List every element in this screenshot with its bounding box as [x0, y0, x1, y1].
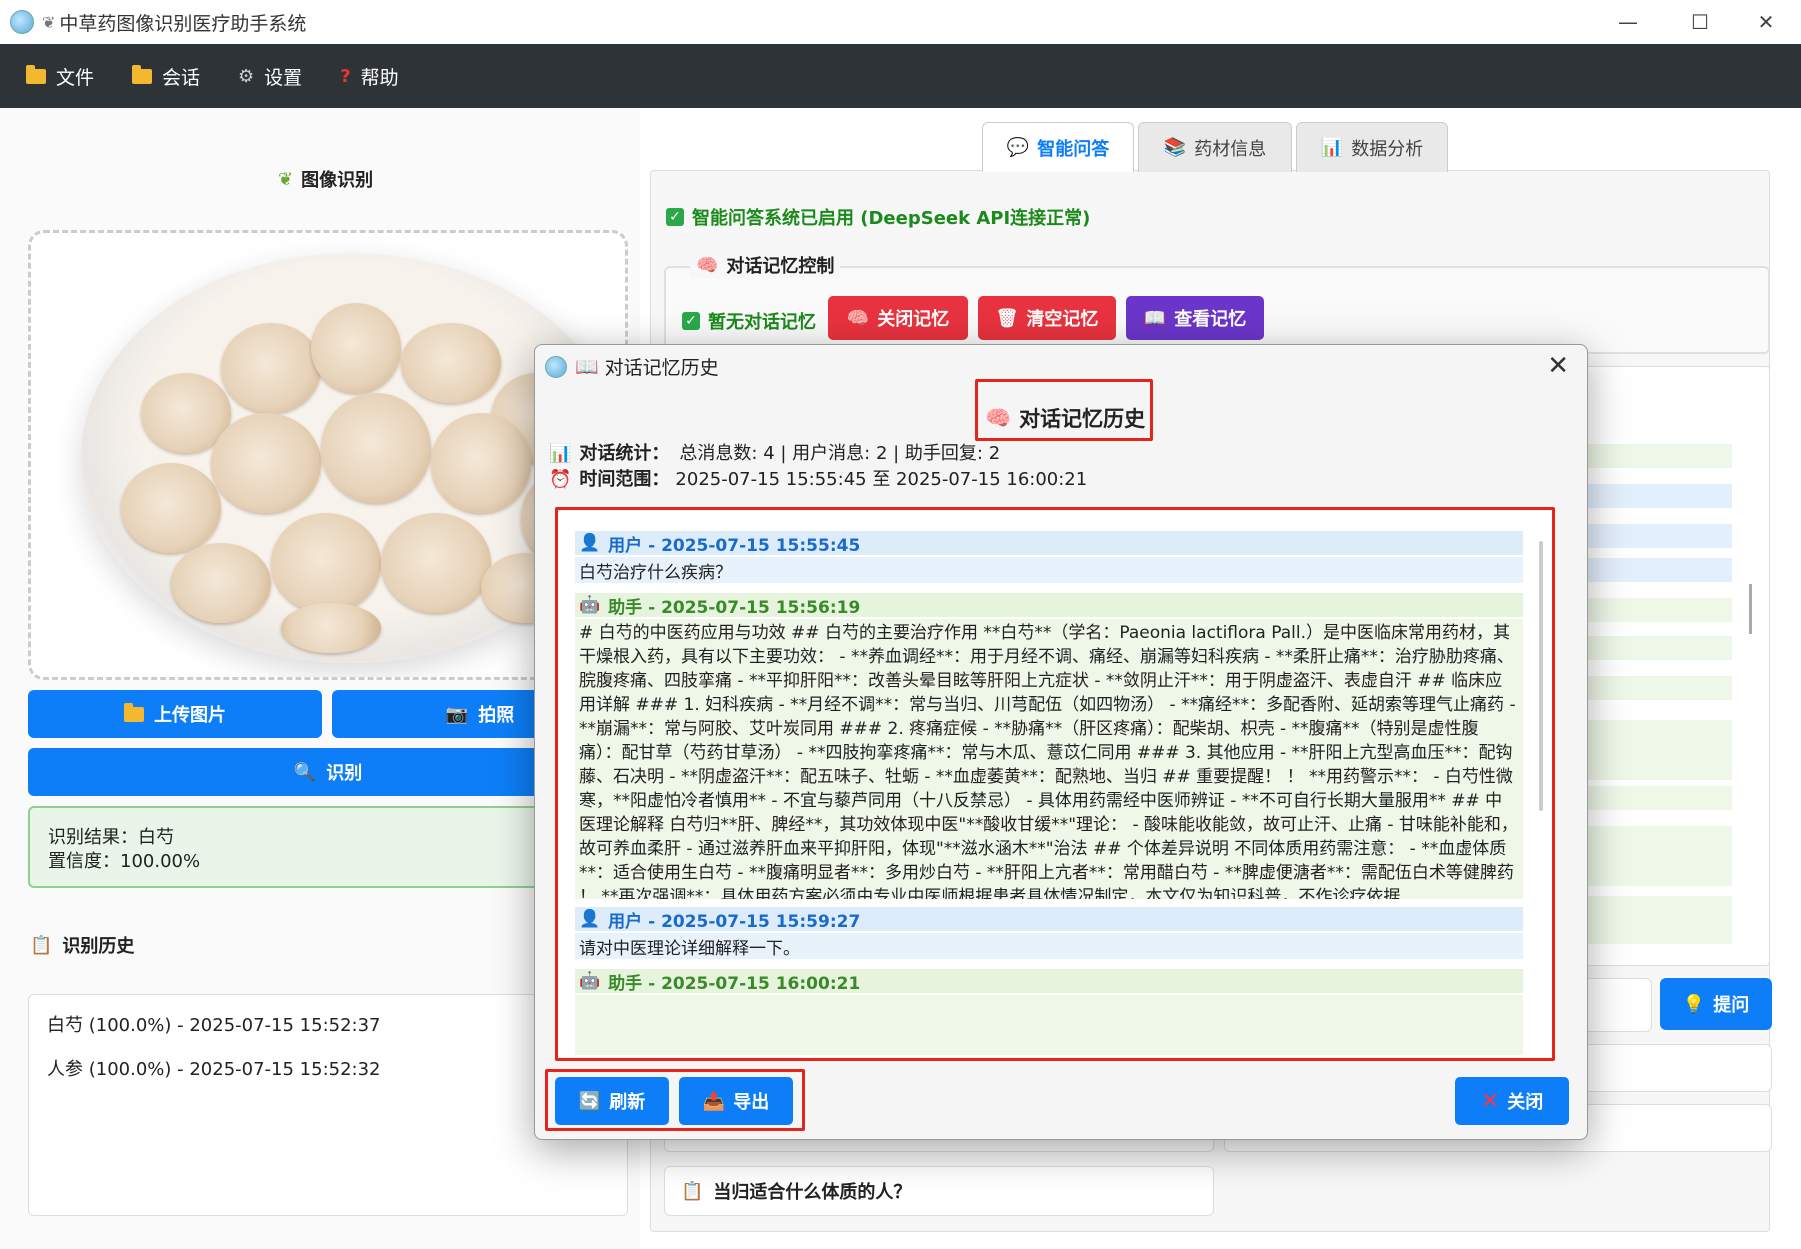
memory-history-dialog: 📖 对话记忆历史 ✕ 🧠 对话记忆历史 📊 对话统计： 总消息数: 4 | 用户消息:…: [534, 344, 1588, 1140]
suggestion-text: 当归适合什么体质的人？: [713, 1182, 912, 1203]
clear-memory-label: 清空记忆: [1026, 309, 1099, 330]
stats-row: 📊 对话统计： 总消息数: 4 | 用户消息: 2 | 助手回复: 2: [549, 441, 1575, 467]
menu-file-label: 文件: [56, 66, 95, 89]
tab-qa[interactable]: 💬 智能问答: [982, 122, 1134, 172]
memory-status-text: 暂无对话记忆: [708, 312, 816, 333]
title-bar: ❦ 中草药图像识别医疗助手系统 — ☐ ✕: [0, 0, 1801, 44]
result-name: 识别结果：白芍: [48, 827, 174, 848]
brain-icon: 🧠: [696, 254, 719, 276]
dialog-close-x[interactable]: ✕: [1547, 351, 1569, 381]
clipboard-icon: 📋: [681, 1180, 704, 1202]
upload-image-button[interactable]: 上传图片: [28, 690, 322, 738]
folder-icon: [124, 702, 144, 722]
menu-bar: 文件 会话 ⚙ 设置 ? 帮助: [0, 44, 1801, 108]
books-icon: 📚: [1163, 137, 1187, 158]
chat-scrollbar[interactable]: [1749, 584, 1752, 634]
app-icon: [545, 355, 567, 378]
highlight-box: [555, 507, 1555, 1061]
tab-qa-label: 智能问答: [1037, 138, 1110, 160]
history-title: 📋 识别历史: [30, 932, 134, 958]
clipboard-icon: 📋: [30, 934, 53, 956]
check-icon: ✓: [682, 312, 700, 330]
close-window-button[interactable]: ✕: [1730, 0, 1801, 44]
qa-status: ✓ 智能问答系统已启用 (DeepSeek API连接正常): [666, 204, 1090, 230]
result-confidence: 置信度：100.00%: [48, 851, 201, 872]
history-item[interactable]: 白芍 (100.0%) - 2025-07-15 15:52:37: [47, 1011, 609, 1037]
gear-icon: ⚙: [238, 65, 255, 87]
menu-settings-label: 设置: [264, 66, 303, 89]
dialog-titlebar: 📖 对话记忆历史: [545, 353, 719, 380]
menu-settings[interactable]: ⚙ 设置: [238, 63, 302, 90]
ask-label: 提问: [1713, 995, 1750, 1016]
window-title: 中草药图像识别医疗助手系统: [59, 12, 307, 35]
menu-session-label: 会话: [162, 66, 201, 89]
view-memory-label: 查看记忆: [1174, 309, 1247, 330]
app-icon: [10, 10, 34, 34]
close-icon: ✕: [1480, 1088, 1500, 1114]
camera-label: 拍照: [478, 705, 515, 726]
stats-value: 总消息数: 4 | 用户消息: 2 | 助手回复: 2: [679, 443, 1001, 464]
menu-session[interactable]: 会话: [132, 63, 200, 90]
chart-icon: 📊: [1320, 137, 1344, 158]
tab-data-label: 数据分析: [1351, 138, 1424, 160]
chat-icon: 💬: [1006, 137, 1030, 158]
range-row: ⏰ 时间范围： 2025-07-15 15:55:45 至 2025-07-15 1…: [549, 467, 1575, 493]
chart-icon: 📊: [549, 443, 572, 464]
camera-icon: 📷: [445, 703, 469, 725]
memory-control-title: 🧠 对话记忆控制: [690, 252, 841, 278]
identify-label: 识别: [326, 763, 363, 784]
highlight-box: [975, 379, 1153, 441]
highlight-box: [545, 1069, 805, 1131]
folder-icon: [132, 64, 153, 84]
qa-status-text: 智能问答系统已启用 (DeepSeek API连接正常): [692, 208, 1091, 229]
brain-icon: 🧠: [846, 307, 870, 329]
book-icon: 📖: [1143, 307, 1167, 329]
dialog-title: 对话记忆历史: [604, 357, 719, 379]
view-memory-button[interactable]: 📖 查看记忆: [1126, 296, 1264, 340]
maximize-button[interactable]: ☐: [1664, 0, 1736, 44]
dialog-stats: 📊 对话统计： 总消息数: 4 | 用户消息: 2 | 助手回复: 2 ⏰ 时间范围：…: [549, 441, 1575, 501]
history-label: 识别历史: [62, 936, 135, 957]
menu-help[interactable]: ? 帮助: [340, 63, 398, 90]
leaf-icon: ❦: [42, 12, 56, 32]
tab-herb-info[interactable]: 📚 药材信息: [1138, 122, 1292, 172]
image-recognition-label: 图像识别: [301, 170, 374, 191]
close-memory-button[interactable]: 🧠 关闭记忆: [828, 296, 968, 340]
range-label: 时间范围：: [579, 469, 670, 490]
close-label: 关闭: [1507, 1092, 1544, 1113]
dialog-close-button[interactable]: ✕ 关闭: [1455, 1077, 1569, 1125]
ask-button[interactable]: 💡 提问: [1660, 978, 1772, 1030]
book-icon: 📖: [575, 356, 599, 378]
alarm-icon: ⏰: [549, 469, 572, 490]
menu-file[interactable]: 文件: [26, 63, 94, 90]
range-value: 2025-07-15 15:55:45 至 2025-07-15 16:00:2…: [675, 469, 1088, 490]
close-memory-label: 关闭记忆: [877, 309, 950, 330]
clear-memory-button[interactable]: 🗑 清空记忆: [978, 296, 1116, 340]
folder-icon: [26, 64, 46, 84]
tab-herb-label: 药材信息: [1194, 138, 1267, 160]
upload-label: 上传图片: [154, 705, 226, 726]
stats-label: 对话统计：: [579, 443, 670, 464]
image-recognition-title: ❦ 图像识别: [278, 166, 373, 192]
memory-control-label: 对话记忆控制: [726, 256, 835, 277]
search-icon: 🔍: [293, 761, 317, 783]
question-icon: ?: [340, 65, 351, 87]
tab-data-analysis[interactable]: 📊 数据分析: [1296, 122, 1448, 172]
bulb-icon: 💡: [1682, 993, 1706, 1015]
minimize-button[interactable]: —: [1592, 0, 1664, 44]
check-icon: ✓: [666, 208, 684, 226]
memory-status: ✓ 暂无对话记忆: [682, 308, 816, 334]
history-item[interactable]: 人参 (100.0%) - 2025-07-15 15:52:32: [47, 1055, 609, 1081]
herb-icon: ❦: [278, 168, 294, 190]
trash-icon: 🗑: [995, 307, 1019, 329]
menu-help-label: 帮助: [360, 66, 399, 89]
suggestion-question[interactable]: 📋 当归适合什么体质的人？: [664, 1166, 1214, 1216]
